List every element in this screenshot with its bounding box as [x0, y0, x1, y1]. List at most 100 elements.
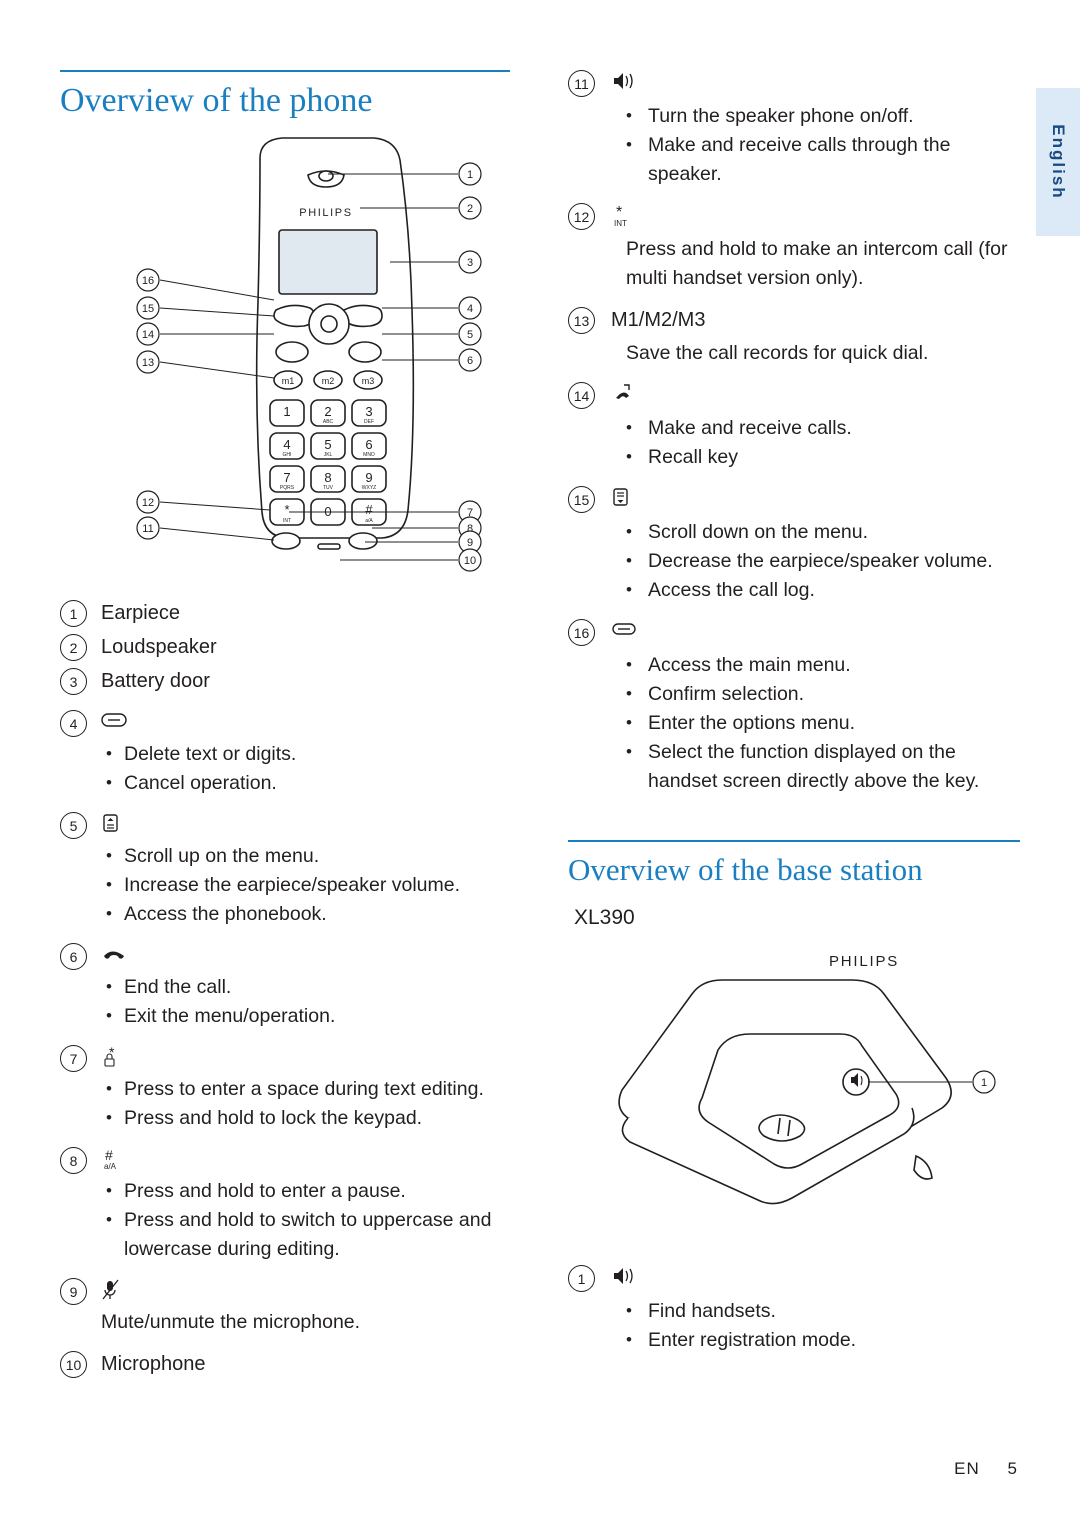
bullet: Press and hold to lock the keypad.: [60, 1103, 510, 1133]
base-station-section: Overview of the base station XL390: [568, 840, 1020, 930]
base-illustration: PHILIPS 1: [618, 953, 996, 1205]
bullet: Access the phonebook.: [60, 899, 510, 929]
svg-text:#: #: [365, 502, 373, 517]
svg-text:3: 3: [467, 257, 473, 269]
bullet: Access the main menu.: [568, 650, 1020, 680]
svg-text:13: 13: [142, 357, 154, 369]
menu-key-icon: [611, 619, 637, 639]
svg-text:1: 1: [981, 1077, 987, 1089]
bullet: Exit the menu/operation.: [60, 1001, 510, 1031]
right-column: 11 Turn the speaker phone on/off. Make a…: [568, 70, 1020, 934]
list-item: 3 Battery door: [60, 668, 510, 698]
handset-figure: PHILIPS m1 m2 m3 1 2 ABC 3 DEF 4 GHI 5 JKL 6…: [60, 128, 510, 588]
bullet: Recall key: [568, 442, 1020, 472]
svg-text:PHILIPS: PHILIPS: [299, 207, 352, 219]
svg-text:11: 11: [142, 523, 153, 535]
svg-text:INT: INT: [283, 518, 291, 524]
star-lock-key-icon: *: [101, 1045, 121, 1069]
bullet: Select the function displayed on the han…: [568, 737, 1020, 796]
bullet: Make and receive calls.: [568, 413, 1020, 443]
callout-number: 8: [60, 1147, 87, 1174]
list-item: 4 Delete text or digits. Cancel operatio…: [60, 710, 510, 798]
list-item: 5 Scroll up on the menu. Increase the ea…: [60, 812, 510, 929]
svg-text:JKL: JKL: [324, 452, 333, 458]
svg-text:m3: m3: [362, 376, 375, 386]
svg-text:MNO: MNO: [363, 452, 375, 458]
item-text: Save the call records for quick dial.: [626, 342, 929, 364]
callout-number: 14: [568, 382, 595, 409]
language-tab-label: English: [1049, 124, 1068, 200]
clear-key-icon: [101, 710, 127, 730]
list-item: 9 Mute/unmute the microphone.: [60, 1278, 510, 1337]
svg-text:7: 7: [283, 470, 290, 485]
svg-text:5: 5: [324, 437, 331, 452]
svg-text:9: 9: [365, 470, 372, 485]
item-label: Loudspeaker: [101, 636, 217, 658]
list-item: 10 Microphone: [60, 1351, 510, 1381]
list-item: 8 #a/A Press and hold to enter a pause. …: [60, 1147, 510, 1264]
up-phonebook-key-icon: [101, 812, 121, 834]
down-calllog-key-icon: [611, 486, 633, 508]
svg-text:14: 14: [142, 329, 154, 341]
callout-number: 9: [60, 1278, 87, 1305]
bullet: Press and hold to switch to uppercase an…: [60, 1205, 510, 1264]
item-bullets: Turn the speaker phone on/off. Make and …: [568, 101, 1020, 189]
item-label: Microphone: [101, 1353, 206, 1375]
callout-number: 11: [568, 70, 595, 97]
svg-text:DEF: DEF: [364, 419, 374, 425]
svg-text:2: 2: [467, 203, 473, 215]
svg-text:10: 10: [464, 555, 476, 567]
callout-number: 6: [60, 943, 87, 970]
list-item: 6 End the call. Exit the menu/operation.: [60, 943, 510, 1031]
heading-rule: [60, 70, 510, 72]
end-call-key-icon: [101, 943, 127, 963]
bullet: Cancel operation.: [60, 768, 510, 798]
svg-text:WXYZ: WXYZ: [362, 485, 376, 491]
callout-number: 16: [568, 619, 595, 646]
callout-number: 7: [60, 1045, 87, 1072]
list-item: 1 Earpiece: [60, 600, 510, 630]
list-item: 16 Access the main menu. Confirm selecti…: [568, 619, 1020, 796]
list-item: 14 Make and receive calls. Recall key: [568, 382, 1020, 472]
base-station-figure: PHILIPS 1: [568, 930, 1020, 1230]
svg-text:6: 6: [365, 437, 372, 452]
item-bullets: Press to enter a space during text editi…: [60, 1074, 510, 1133]
bullet: Increase the earpiece/speaker volume.: [60, 870, 510, 900]
footer-page-number: 5: [1007, 1459, 1018, 1478]
item-bullets: Access the main menu. Confirm selection.…: [568, 650, 1020, 796]
footer-language: EN: [954, 1459, 980, 1478]
star-int-key-icon: * INT: [611, 203, 635, 229]
bullet: Scroll up on the menu.: [60, 841, 510, 871]
bullet: Delete text or digits.: [60, 739, 510, 769]
callout-number: 10: [60, 1351, 87, 1378]
svg-text:1: 1: [283, 404, 290, 419]
paging-key-icon: [611, 1265, 637, 1287]
bullet: End the call.: [60, 972, 510, 1002]
base-model-label: XL390: [574, 906, 635, 929]
item-label: Earpiece: [101, 602, 180, 624]
handset-illustration: PHILIPS m1 m2 m3 1 2ABC 3DEF 4GHI 5JKL 6…: [136, 137, 482, 572]
bullet: Decrease the earpiece/speaker volume.: [568, 546, 1020, 576]
svg-text:#: #: [105, 1147, 113, 1163]
bullet: Press to enter a space during text editi…: [60, 1074, 510, 1104]
callout-number: 1: [568, 1265, 595, 1292]
call-recall-key-icon: [611, 382, 633, 404]
bullet: Confirm selection.: [568, 679, 1020, 709]
heading-rule: [568, 840, 1020, 842]
item-label: Battery door: [101, 670, 210, 692]
item-label: M1/M2/M3: [611, 309, 706, 331]
svg-text:5: 5: [467, 329, 473, 341]
svg-text:m1: m1: [282, 376, 295, 386]
item-bullets: Find handsets. Enter registration mode.: [568, 1296, 1020, 1355]
base-key-list: 1 Find handsets. Enter registration mode…: [568, 1265, 1020, 1359]
bullet: Enter registration mode.: [568, 1325, 1020, 1355]
svg-text:9: 9: [467, 537, 473, 549]
item-text: Mute/unmute the microphone.: [101, 1311, 361, 1333]
bullet: Scroll down on the menu.: [568, 517, 1020, 547]
svg-text:m2: m2: [322, 376, 335, 386]
item-bullets: Make and receive calls. Recall key: [568, 413, 1020, 472]
bullet: Find handsets.: [568, 1296, 1020, 1326]
bullet: Access the call log.: [568, 575, 1020, 605]
list-item: 15 Scroll down on the menu. Decrease the…: [568, 486, 1020, 605]
list-item: 13 M1/M2/M3 Save the call records for qu…: [568, 307, 1020, 368]
